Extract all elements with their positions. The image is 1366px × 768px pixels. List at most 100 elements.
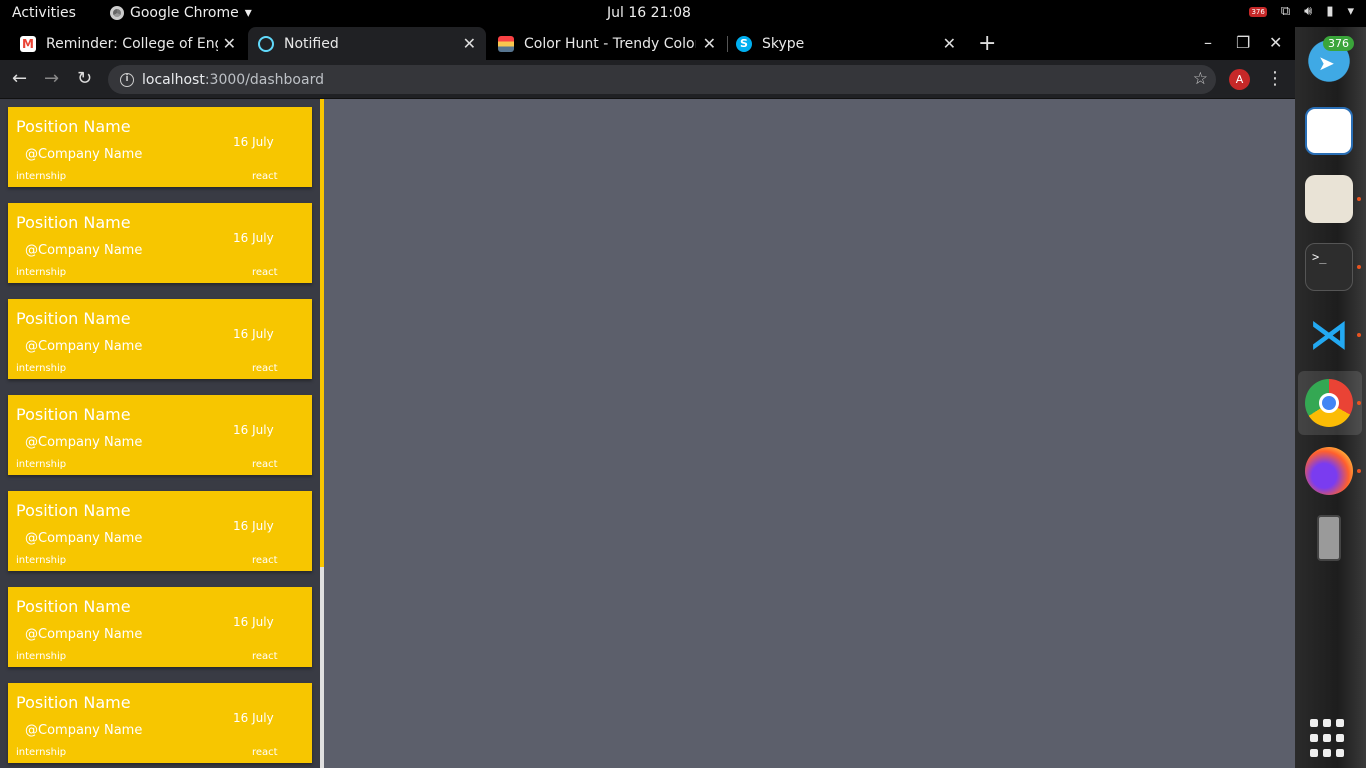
job-tag: react xyxy=(252,171,278,182)
grid-dot xyxy=(1323,719,1331,727)
system-menu-caret-icon[interactable]: ▾ xyxy=(1347,4,1354,19)
tab-title: Skype xyxy=(762,35,805,52)
chrome-icon[interactable] xyxy=(1305,379,1353,427)
maximize-icon[interactable]: ❐ xyxy=(1236,33,1250,52)
forward-icon[interactable]: → xyxy=(44,68,59,89)
bookmark-star-icon[interactable]: ☆ xyxy=(1193,69,1208,89)
running-indicator xyxy=(1357,333,1361,337)
system-tray[interactable]: 376 ⧉ 🔊︎ ▮ ▾ xyxy=(1249,4,1354,19)
app-menu-label: Google Chrome xyxy=(130,5,239,21)
job-tag: react xyxy=(252,651,278,662)
close-tab-icon[interactable]: ✕ xyxy=(463,34,476,53)
tab-skype[interactable]: S Skype ✕ xyxy=(728,27,966,60)
job-tag: react xyxy=(252,363,278,374)
job-type: internship xyxy=(16,555,67,566)
tab-title: Reminder: College of Eng xyxy=(46,35,218,52)
company-name: @Company Name xyxy=(25,531,143,546)
phone-icon[interactable] xyxy=(1317,515,1341,561)
minimize-icon[interactable]: – xyxy=(1204,33,1212,52)
menu-kebab-icon[interactable]: ⋮ xyxy=(1266,68,1284,89)
back-icon[interactable]: ← xyxy=(12,68,27,89)
colorhunt-icon xyxy=(498,35,514,52)
dashboard-page: Position Name @Company Name 16 July inte… xyxy=(0,99,1295,768)
job-date: 16 July xyxy=(233,615,274,629)
battery-icon[interactable]: ▮ xyxy=(1326,4,1333,19)
files-icon[interactable] xyxy=(1305,175,1353,223)
volume-icon[interactable]: 🔊︎ xyxy=(1304,4,1312,19)
job-date: 16 July xyxy=(233,519,274,533)
tab-colorhunt[interactable]: Color Hunt - Trendy Color ✕ xyxy=(488,27,726,60)
job-type: internship xyxy=(16,651,67,662)
job-date: 16 July xyxy=(233,135,274,149)
profile-avatar[interactable]: A xyxy=(1229,69,1250,90)
reload-icon[interactable]: ↻ xyxy=(77,68,92,89)
skype-icon: S xyxy=(736,35,752,52)
company-name: @Company Name xyxy=(25,147,143,162)
browser-toolbar: ← → ↻ i localhost:3000/dashboard ☆ A ⋮ xyxy=(0,60,1295,99)
vscode-icon[interactable]: ⋊ xyxy=(1305,311,1353,359)
tab-strip: M Reminder: College of Eng ✕ Notified ✕ … xyxy=(0,27,1295,60)
position-name: Position Name xyxy=(16,597,131,616)
tab-title: Notified xyxy=(284,35,339,52)
job-date: 16 July xyxy=(233,423,274,437)
job-type: internship xyxy=(16,267,67,278)
job-card[interactable]: Position Name @Company Name 16 July inte… xyxy=(8,299,312,379)
app-grid-icon[interactable] xyxy=(1305,715,1353,763)
running-indicator xyxy=(1357,401,1361,405)
url-text[interactable]: localhost:3000/dashboard xyxy=(142,72,324,88)
company-name: @Company Name xyxy=(25,723,143,738)
gmail-icon: M xyxy=(20,35,36,52)
job-type: internship xyxy=(16,747,67,758)
job-card[interactable]: Position Name @Company Name 16 July inte… xyxy=(8,491,312,571)
close-window-icon[interactable]: ✕ xyxy=(1269,33,1282,52)
job-tag: react xyxy=(252,459,278,470)
tab-title: Color Hunt - Trendy Color xyxy=(524,35,696,52)
job-card[interactable]: Position Name @Company Name 16 July inte… xyxy=(8,395,312,475)
address-bar[interactable]: i localhost:3000/dashboard ☆ xyxy=(108,65,1216,94)
grid-dot xyxy=(1310,719,1318,727)
job-type: internship xyxy=(16,363,67,374)
close-tab-icon[interactable]: ✕ xyxy=(703,34,716,53)
grid-dot xyxy=(1336,719,1344,727)
telegram-unread-badge: 376 xyxy=(1323,36,1354,51)
position-name: Position Name xyxy=(16,693,131,712)
running-indicator xyxy=(1357,197,1361,201)
network-icon[interactable]: ⧉ xyxy=(1281,4,1290,19)
running-indicator xyxy=(1357,265,1361,269)
terminal-icon[interactable]: >_ xyxy=(1305,243,1353,291)
job-card[interactable]: Position Name @Company Name 16 July inte… xyxy=(8,587,312,667)
job-card[interactable]: Position Name @Company Name 16 July inte… xyxy=(8,683,312,763)
chrome-icon xyxy=(110,6,124,20)
chrome-center xyxy=(1319,393,1339,413)
job-tag: react xyxy=(252,267,278,278)
system-top-bar: Activities Google Chrome ▾ Jul 16 21:08 … xyxy=(0,0,1366,27)
clock[interactable]: Jul 16 21:08 xyxy=(607,5,691,21)
job-tag: react xyxy=(252,555,278,566)
libreoffice-writer-icon[interactable] xyxy=(1305,107,1353,155)
activities-button[interactable]: Activities xyxy=(12,5,76,21)
tab-notified[interactable]: Notified ✕ xyxy=(248,27,486,60)
job-tag: react xyxy=(252,747,278,758)
ubuntu-dock: ➤ 376 >_ ⋊ xyxy=(1295,27,1366,768)
site-info-icon[interactable]: i xyxy=(120,72,134,87)
company-name: @Company Name xyxy=(25,435,143,450)
app-menu[interactable]: Google Chrome ▾ xyxy=(110,5,252,21)
job-card[interactable]: Position Name @Company Name 16 July inte… xyxy=(8,107,312,187)
firefox-icon[interactable] xyxy=(1305,447,1353,495)
close-tab-icon[interactable]: ✕ xyxy=(943,34,956,53)
company-name: @Company Name xyxy=(25,627,143,642)
close-tab-icon[interactable]: ✕ xyxy=(223,34,236,53)
company-name: @Company Name xyxy=(25,243,143,258)
job-card[interactable]: Position Name @Company Name 16 July inte… xyxy=(8,203,312,283)
job-date: 16 July xyxy=(233,231,274,245)
tab-gmail[interactable]: M Reminder: College of Eng ✕ xyxy=(0,27,246,60)
url-path: :3000/dashboard xyxy=(204,71,324,88)
caret-down-icon: ▾ xyxy=(244,5,252,21)
new-tab-icon[interactable]: + xyxy=(978,31,996,56)
job-date: 16 July xyxy=(233,711,274,725)
position-name: Position Name xyxy=(16,405,131,424)
running-indicator xyxy=(1357,469,1361,473)
grid-dot xyxy=(1336,749,1344,757)
notification-badge[interactable]: 376 xyxy=(1249,6,1267,17)
position-name: Position Name xyxy=(16,117,131,136)
